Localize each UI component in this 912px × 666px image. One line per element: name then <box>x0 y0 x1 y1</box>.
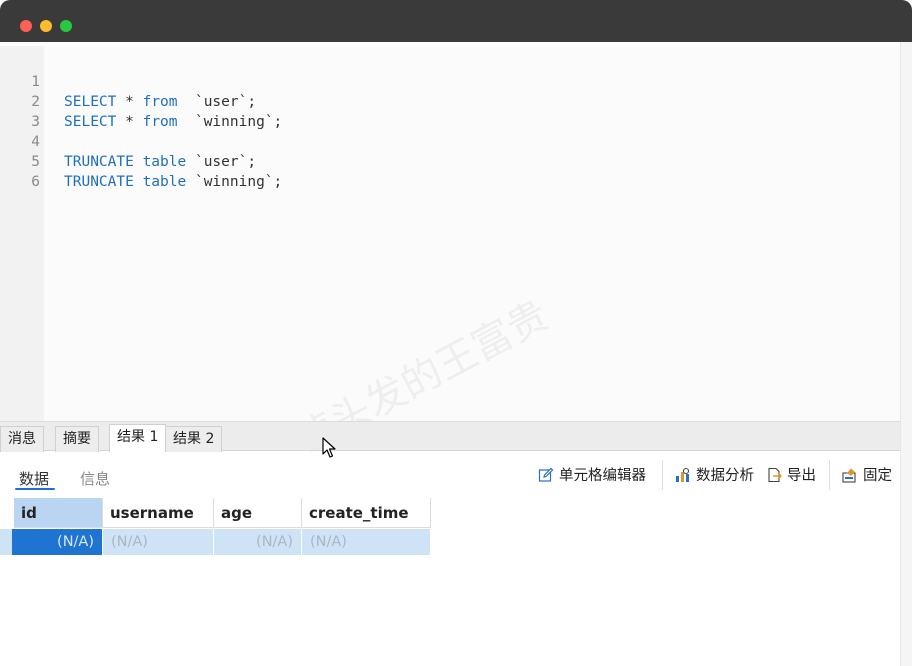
pencil-icon <box>538 467 554 482</box>
tab-result-1[interactable]: 结果 1 <box>109 424 167 452</box>
active-tab-indicator <box>15 488 55 490</box>
subtab-info[interactable]: 信息 <box>80 468 110 489</box>
keyword: table <box>142 174 187 190</box>
tab-result-2[interactable]: 结果 2 <box>165 426 223 452</box>
code-line: 4 TRUNCATE table `user`; <box>0 112 900 170</box>
data-analysis-label: 数据分析 <box>696 468 754 484</box>
code-line: 2 SELECT * from `winning`; <box>0 72 900 130</box>
subtab-data[interactable]: 数据 <box>19 468 49 489</box>
column-header-age[interactable]: age <box>214 498 302 528</box>
row-indicator[interactable] <box>0 529 14 555</box>
table-cell-username[interactable]: (N/A) <box>103 529 214 555</box>
result-tab-bar: 消息 摘要 结果 1 结果 2 <box>0 421 900 452</box>
toolbar-divider <box>662 460 663 490</box>
column-header-create-time[interactable]: create_time <box>302 498 431 528</box>
code-line: 3 <box>0 92 900 130</box>
close-window-button[interactable] <box>20 20 32 32</box>
line-number: 6 <box>31 174 40 190</box>
mouse-pointer-icon <box>322 437 336 458</box>
zoom-window-button[interactable] <box>60 20 72 32</box>
result-toolbar: 数据 信息 单元格编辑器 数据分析 导出 固定 <box>0 452 900 498</box>
export-button[interactable]: 导出 <box>766 466 816 486</box>
column-header-username[interactable]: username <box>103 498 214 528</box>
toolbar-divider <box>829 460 830 490</box>
cell-editor-label: 单元格编辑器 <box>559 468 646 484</box>
analysis-chart-icon <box>676 467 690 482</box>
pin-button[interactable]: 固定 <box>842 466 892 486</box>
sql-editor[interactable]: 1 SELECT * from `user`; 2 SELECT * from … <box>0 46 900 465</box>
table-cell-create-time[interactable]: (N/A) <box>302 529 431 555</box>
cell-editor-button[interactable]: 单元格编辑器 <box>538 466 646 486</box>
pin-label: 固定 <box>863 468 892 484</box>
table-cell-age[interactable]: (N/A) <box>214 529 302 555</box>
window-titlebar <box>0 0 912 42</box>
app-window: 1 SELECT * from `user`; 2 SELECT * from … <box>0 42 912 666</box>
table-cell-id[interactable]: (N/A) <box>14 529 103 555</box>
code-line: 6 <box>0 152 900 190</box>
data-analysis-button[interactable]: 数据分析 <box>675 466 754 486</box>
code-line: 5 TRUNCATE table `winning`; <box>0 132 900 190</box>
code-line: 1 SELECT * from `user`; <box>0 52 900 110</box>
code-text: `winning`; <box>186 174 283 190</box>
keyword: TRUNCATE <box>64 174 134 190</box>
export-label: 导出 <box>787 468 816 484</box>
tab-summary[interactable]: 摘要 <box>55 426 99 452</box>
column-header-id[interactable]: id <box>14 498 103 528</box>
right-scrollbar[interactable] <box>900 42 912 666</box>
minimize-window-button[interactable] <box>40 20 52 32</box>
export-icon <box>768 467 782 483</box>
tab-messages[interactable]: 消息 <box>0 426 44 452</box>
pin-icon <box>842 468 856 483</box>
result-grid[interactable]: id username age create_time (N/A) (N/A) … <box>0 498 900 666</box>
